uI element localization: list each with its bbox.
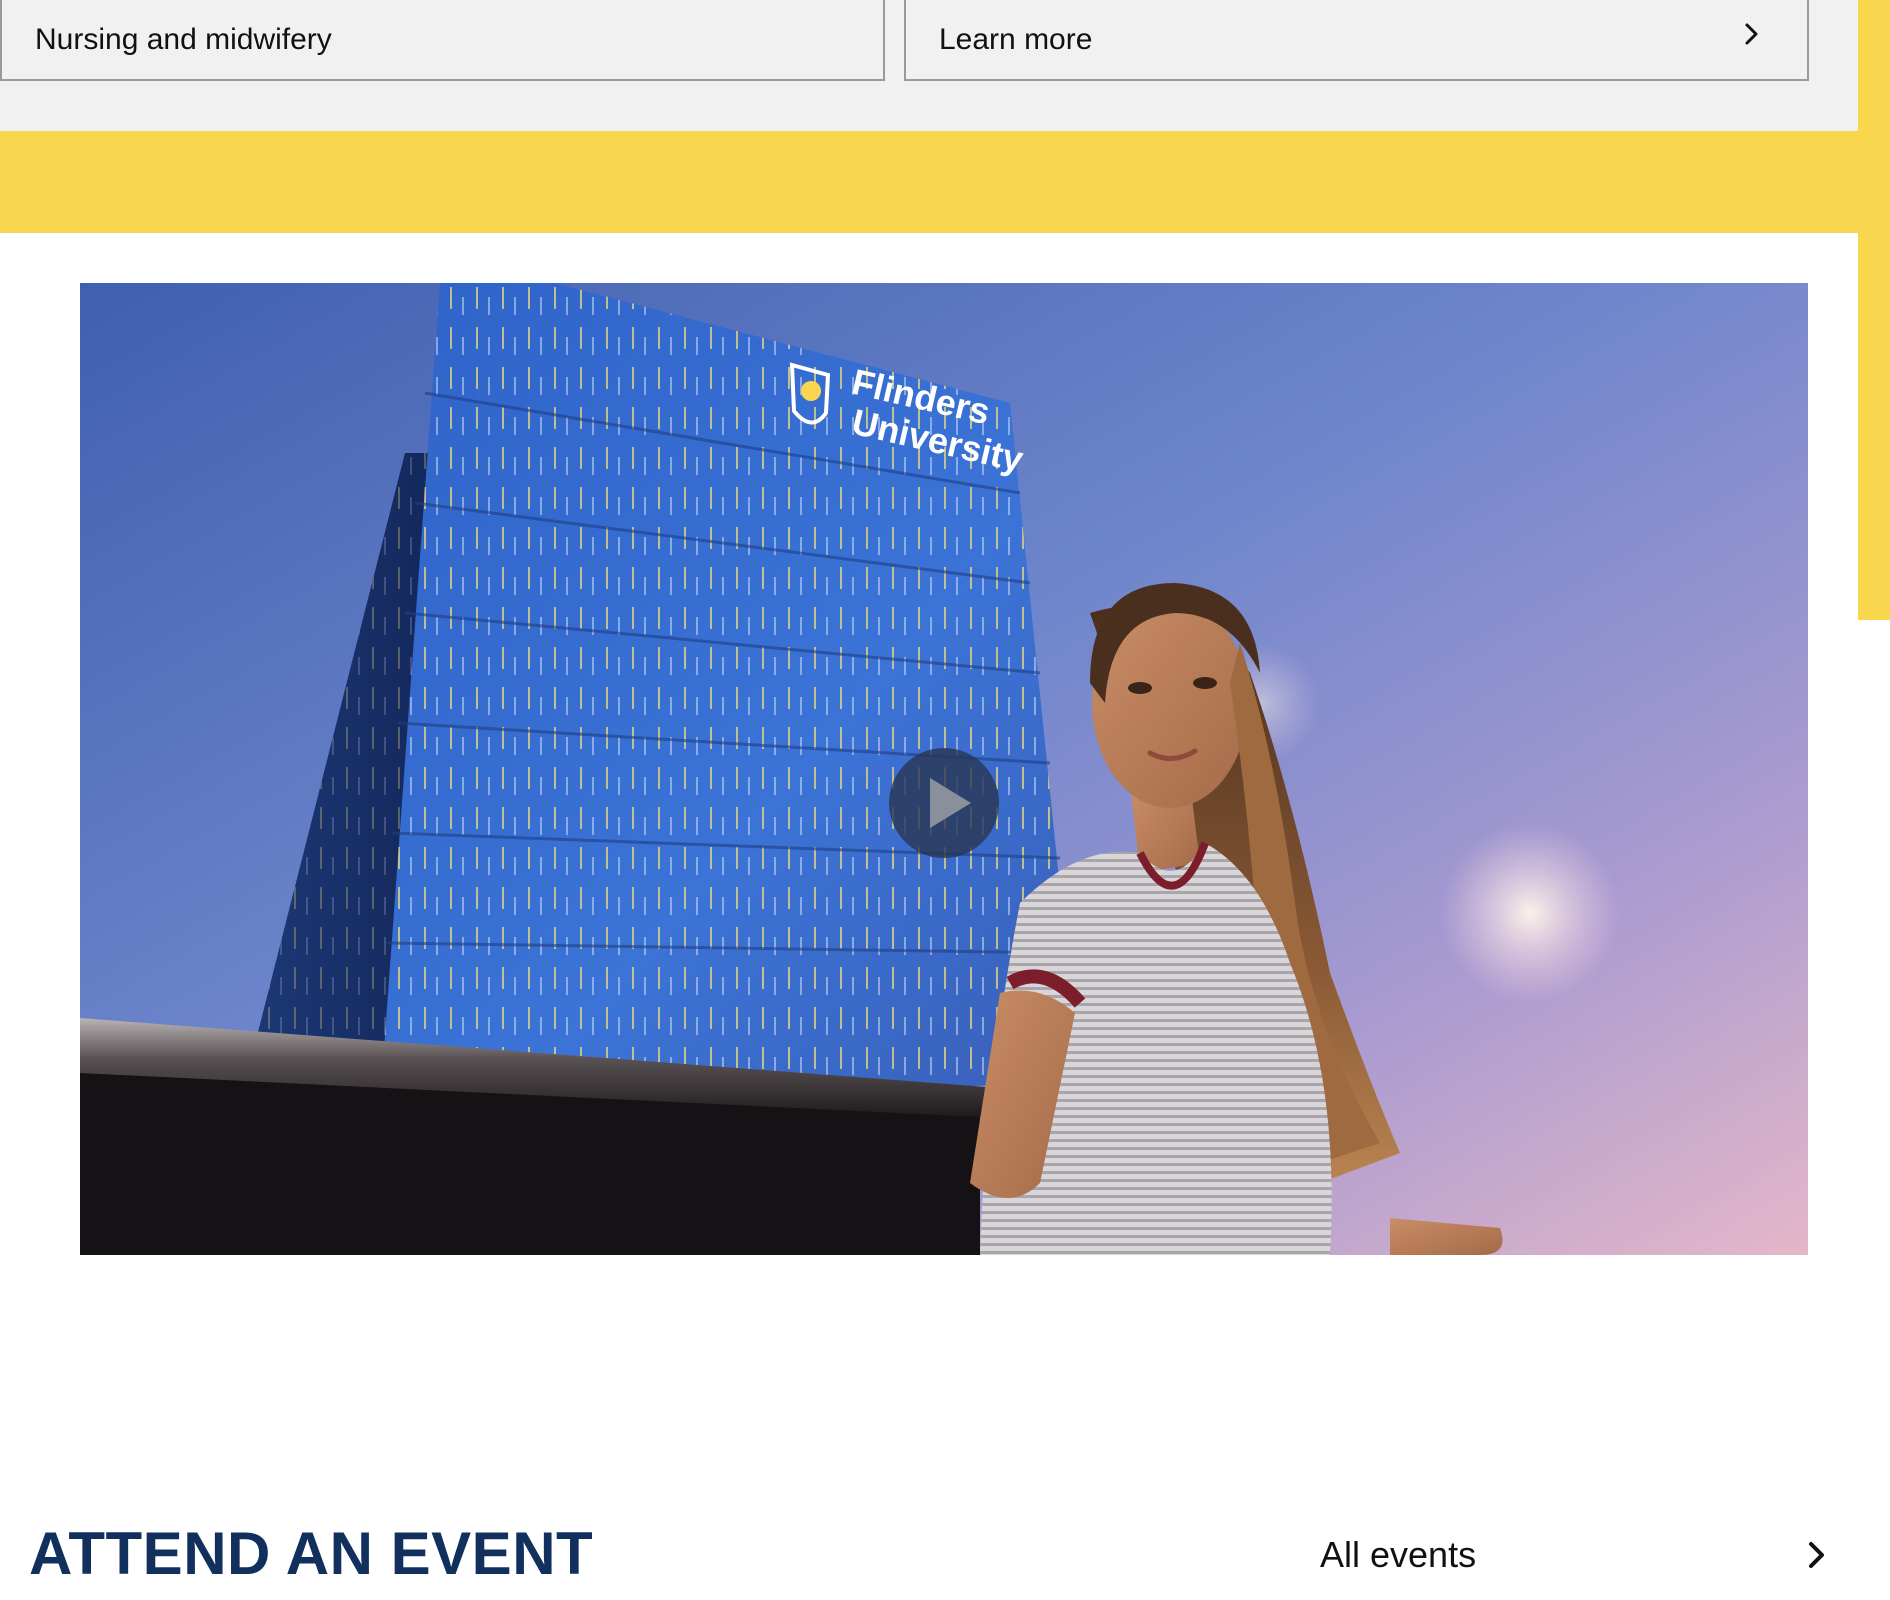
attend-event-heading: ATTEND AN EVENT — [29, 1520, 594, 1587]
video-player[interactable]: Flinders University — [80, 283, 1808, 1255]
all-events-label: All events — [1320, 1534, 1477, 1575]
all-events-link[interactable]: All events — [1320, 1530, 1830, 1580]
course-name-box: Nursing and midwifery — [0, 0, 885, 81]
course-name-label: Nursing and midwifery — [35, 22, 332, 56]
chevron-right-icon — [1809, 1542, 1824, 1568]
chevron-right-icon — [1745, 23, 1758, 45]
program-links-band: Nursing and midwifery Learn more — [0, 0, 1858, 131]
yellow-divider-band — [0, 131, 1858, 233]
learn-more-button[interactable]: Learn more — [904, 0, 1809, 81]
play-button[interactable] — [889, 748, 999, 858]
learn-more-label: Learn more — [939, 22, 1093, 56]
play-icon — [930, 778, 971, 828]
yellow-side-accent — [1858, 0, 1890, 620]
